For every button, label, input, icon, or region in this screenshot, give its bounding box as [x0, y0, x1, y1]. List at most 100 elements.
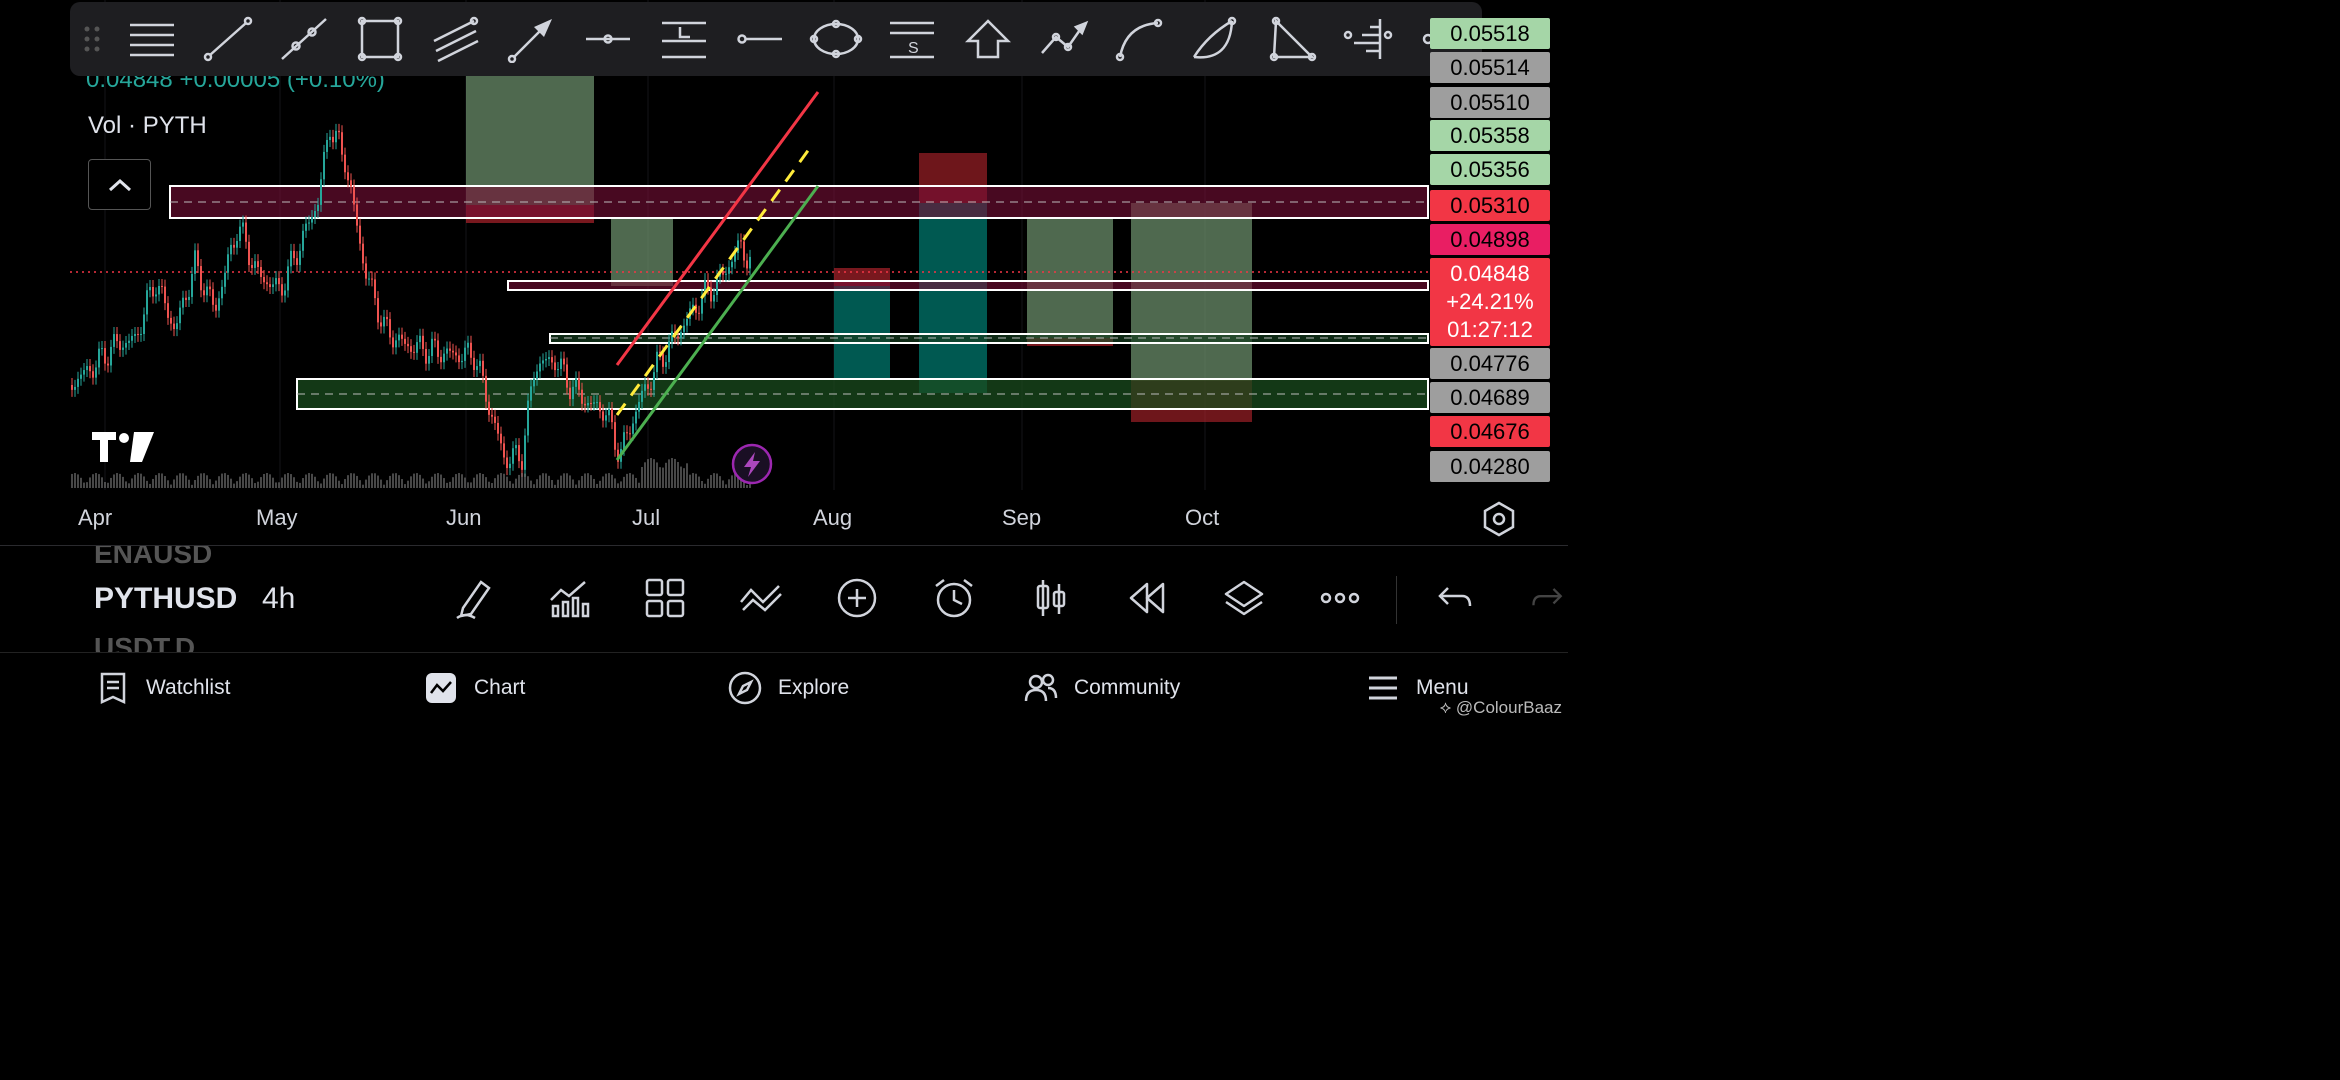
alarm-clock-icon [935, 579, 973, 618]
candle-body [584, 403, 586, 406]
tool-ellipse[interactable] [798, 9, 874, 69]
drag-handle[interactable] [70, 24, 114, 54]
tool-trend-line[interactable] [190, 9, 266, 69]
price-tag: 0.04898 [1430, 224, 1550, 255]
symbol-row[interactable]: USDT.D 1D [94, 632, 195, 654]
tool-arc[interactable] [1178, 9, 1254, 69]
candle-body [725, 273, 727, 275]
tool-curve[interactable] [1102, 9, 1178, 69]
symbol-row[interactable]: ENAUSD 3h [94, 546, 212, 568]
tool-short-position[interactable]: S [874, 9, 950, 69]
compare-button[interactable] [736, 573, 786, 623]
volume-bar [692, 473, 694, 488]
tool-ray[interactable] [266, 9, 342, 69]
candle-body [653, 372, 655, 390]
tool-triangle[interactable] [1254, 9, 1330, 69]
candle-body [731, 261, 733, 268]
time-axis-label: Aug [813, 505, 853, 530]
volume-bar [626, 473, 628, 488]
candle-body [446, 348, 448, 354]
symbol-row-active[interactable]: PYTHUSD 4h [94, 582, 295, 616]
candle-body [200, 266, 202, 291]
layers-button[interactable] [1219, 573, 1269, 623]
volume-bar [698, 476, 700, 488]
redo-button[interactable] [1528, 573, 1568, 623]
volume-bar [554, 484, 556, 488]
volume-bar [581, 476, 583, 488]
nav-chart[interactable]: Chart [424, 671, 525, 705]
candle-body [623, 432, 625, 449]
volume-bar [434, 473, 436, 488]
candle-body [221, 286, 223, 299]
volume-bar [245, 473, 247, 488]
volume-bar [302, 478, 304, 488]
volume-bar [632, 474, 634, 488]
tool-lines-menu[interactable] [114, 9, 190, 69]
position-zone [611, 218, 673, 286]
candle-body [98, 348, 100, 368]
collapse-legend-button[interactable] [88, 159, 151, 210]
candle-body [206, 286, 208, 296]
price-tag: 0.04689 [1430, 382, 1550, 413]
candle-body [638, 401, 640, 412]
drawing-button[interactable] [448, 573, 498, 623]
tool-long-position[interactable] [646, 9, 722, 69]
candle-body [710, 287, 712, 302]
replay-button[interactable] [1122, 573, 1172, 623]
add-button[interactable] [832, 573, 882, 623]
candle-body [290, 250, 292, 267]
candle-body [575, 378, 577, 387]
price-scale[interactable]: 0.05518 0.05514 0.05510 0.05358 0.05356 … [1430, 0, 1552, 490]
lightning-button[interactable] [731, 443, 773, 485]
nav-explore-label: Explore [778, 676, 850, 699]
volume-bar [500, 473, 502, 488]
compare-icon [740, 585, 782, 612]
time-axis-label: Apr [78, 505, 113, 530]
indicators-button[interactable] [544, 573, 594, 623]
nav-community[interactable]: Community [1024, 671, 1180, 705]
nav-watchlist[interactable]: Watchlist [96, 671, 230, 705]
volume-bar [374, 473, 376, 488]
current-change: +24.21% [1446, 289, 1534, 314]
candle-body [533, 378, 535, 387]
tool-horizontal-line[interactable] [722, 9, 798, 69]
candle-body [305, 223, 307, 231]
tool-arrow-up[interactable] [950, 9, 1026, 69]
tool-rectangle[interactable] [342, 9, 418, 69]
candle-body [320, 179, 322, 205]
volume-bar [671, 458, 673, 488]
candle-body [398, 334, 400, 341]
watermark: ⟡ @ColourBaaz [1440, 698, 1562, 718]
chart-area[interactable]: 0.04848 +0.00005 (+0.10%) Vol · PYTH S 0… [0, 0, 1568, 545]
bar-countdown: 01:27:12 [1447, 317, 1533, 342]
candle-type-button[interactable] [1026, 573, 1076, 623]
tool-arrow[interactable] [494, 9, 570, 69]
volume-bar [98, 474, 100, 488]
alert-button[interactable] [929, 573, 979, 623]
candle-body [362, 243, 364, 264]
legend-volume: Vol · PYTH [88, 112, 207, 139]
candle-body [254, 261, 256, 268]
candle-body [485, 375, 487, 402]
nav-explore[interactable]: Explore [728, 671, 849, 705]
arc-icon [1192, 16, 1237, 59]
volume-bar [350, 473, 352, 488]
volume-bar [635, 477, 637, 488]
candle-body [275, 278, 277, 285]
tool-volume-profile[interactable] [1330, 9, 1406, 69]
candle-body [308, 222, 310, 224]
candle-body [596, 402, 598, 404]
candle-body [74, 386, 76, 390]
layout-button[interactable] [640, 573, 690, 623]
tool-path[interactable] [1026, 9, 1102, 69]
volume-bar [506, 476, 508, 488]
chart-settings-button[interactable] [1480, 500, 1518, 538]
candle-body [662, 353, 664, 367]
candle-body [458, 355, 460, 363]
volume-bar [707, 478, 709, 488]
more-button[interactable] [1315, 573, 1365, 623]
tool-horizontal-ray[interactable] [570, 9, 646, 69]
undo-button[interactable] [1429, 573, 1479, 623]
candle-body [560, 358, 562, 370]
tool-parallel-channel[interactable] [418, 9, 494, 69]
